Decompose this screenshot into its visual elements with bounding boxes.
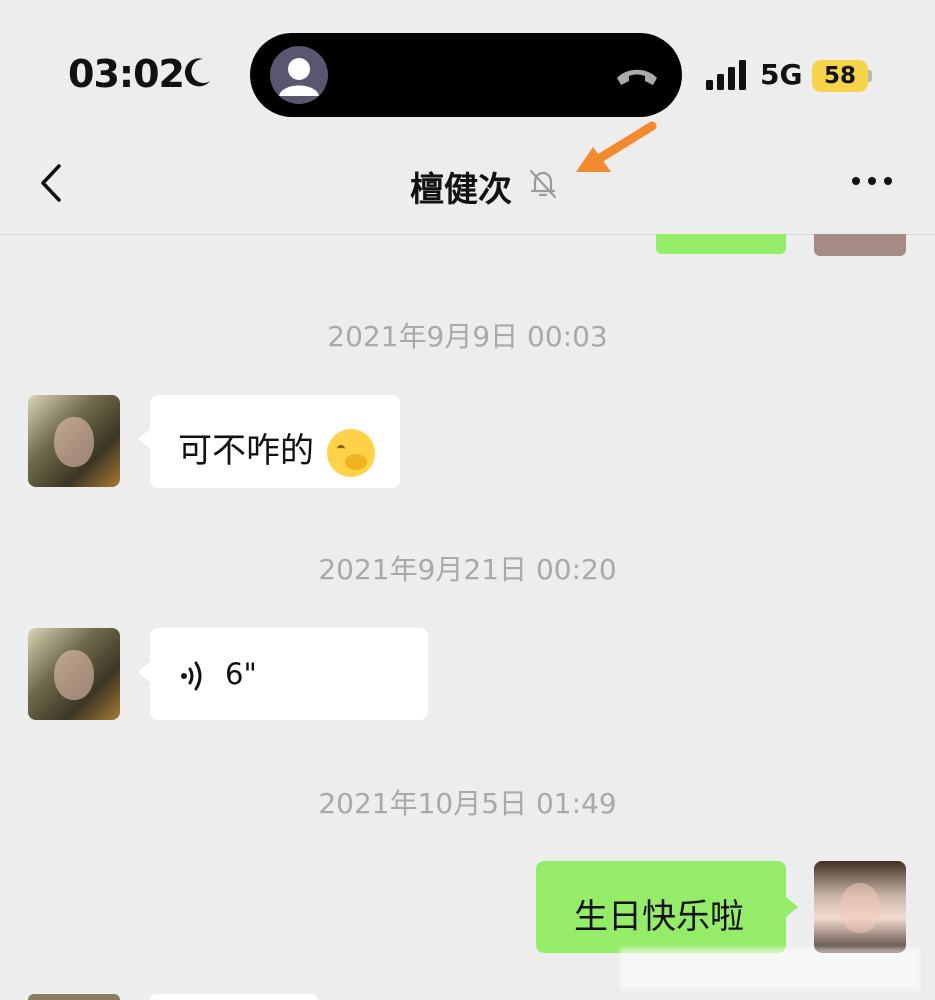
- person-icon[interactable]: [270, 46, 328, 104]
- voice-duration: 6": [225, 657, 257, 691]
- my-avatar[interactable]: [814, 861, 906, 953]
- signal-icon: [706, 60, 746, 90]
- status-bar: 03:02 5G 58: [0, 0, 935, 130]
- message-bubble[interactable]: 可不咋的: [138, 395, 400, 488]
- network-type: 5G: [760, 58, 803, 91]
- dynamic-island[interactable]: [250, 33, 682, 117]
- more-icon[interactable]: [848, 172, 896, 190]
- contact-avatar[interactable]: [28, 395, 120, 487]
- my-avatar[interactable]: [814, 234, 906, 256]
- message-timestamp: 2021年9月9日 00:03: [327, 320, 608, 353]
- my-message-bubble[interactable]: 生日快乐啦: [536, 861, 798, 953]
- chat-header: 檀健次: [0, 130, 935, 235]
- message-text: 生日快乐啦: [574, 897, 744, 937]
- battery-tip: [868, 70, 872, 82]
- message-timestamp: 2021年10月5日 01:49: [318, 787, 617, 820]
- moon-icon: [184, 58, 210, 87]
- watermark-overlay: [620, 948, 920, 990]
- mute-bell-icon: [529, 169, 557, 199]
- face-with-hand-over-mouth-icon: [326, 428, 375, 477]
- orange-arrow-icon: [576, 121, 657, 172]
- message-text: 可不咋的: [178, 431, 314, 471]
- message-bubble[interactable]: [150, 994, 318, 1000]
- voice-icon: [181, 661, 202, 691]
- contact-avatar[interactable]: [28, 994, 120, 1000]
- phone-icon[interactable]: [612, 61, 662, 91]
- status-time: 03:02: [68, 52, 185, 96]
- chat-title: 檀健次: [410, 170, 512, 210]
- back-icon[interactable]: [35, 162, 67, 204]
- battery-level: 58: [812, 60, 868, 92]
- message-timestamp: 2021年9月21日 00:20: [318, 553, 617, 586]
- voice-message-bubble[interactable]: 6": [138, 628, 428, 720]
- contact-avatar[interactable]: [28, 628, 120, 720]
- previous-message-bubble[interactable]: [656, 234, 786, 254]
